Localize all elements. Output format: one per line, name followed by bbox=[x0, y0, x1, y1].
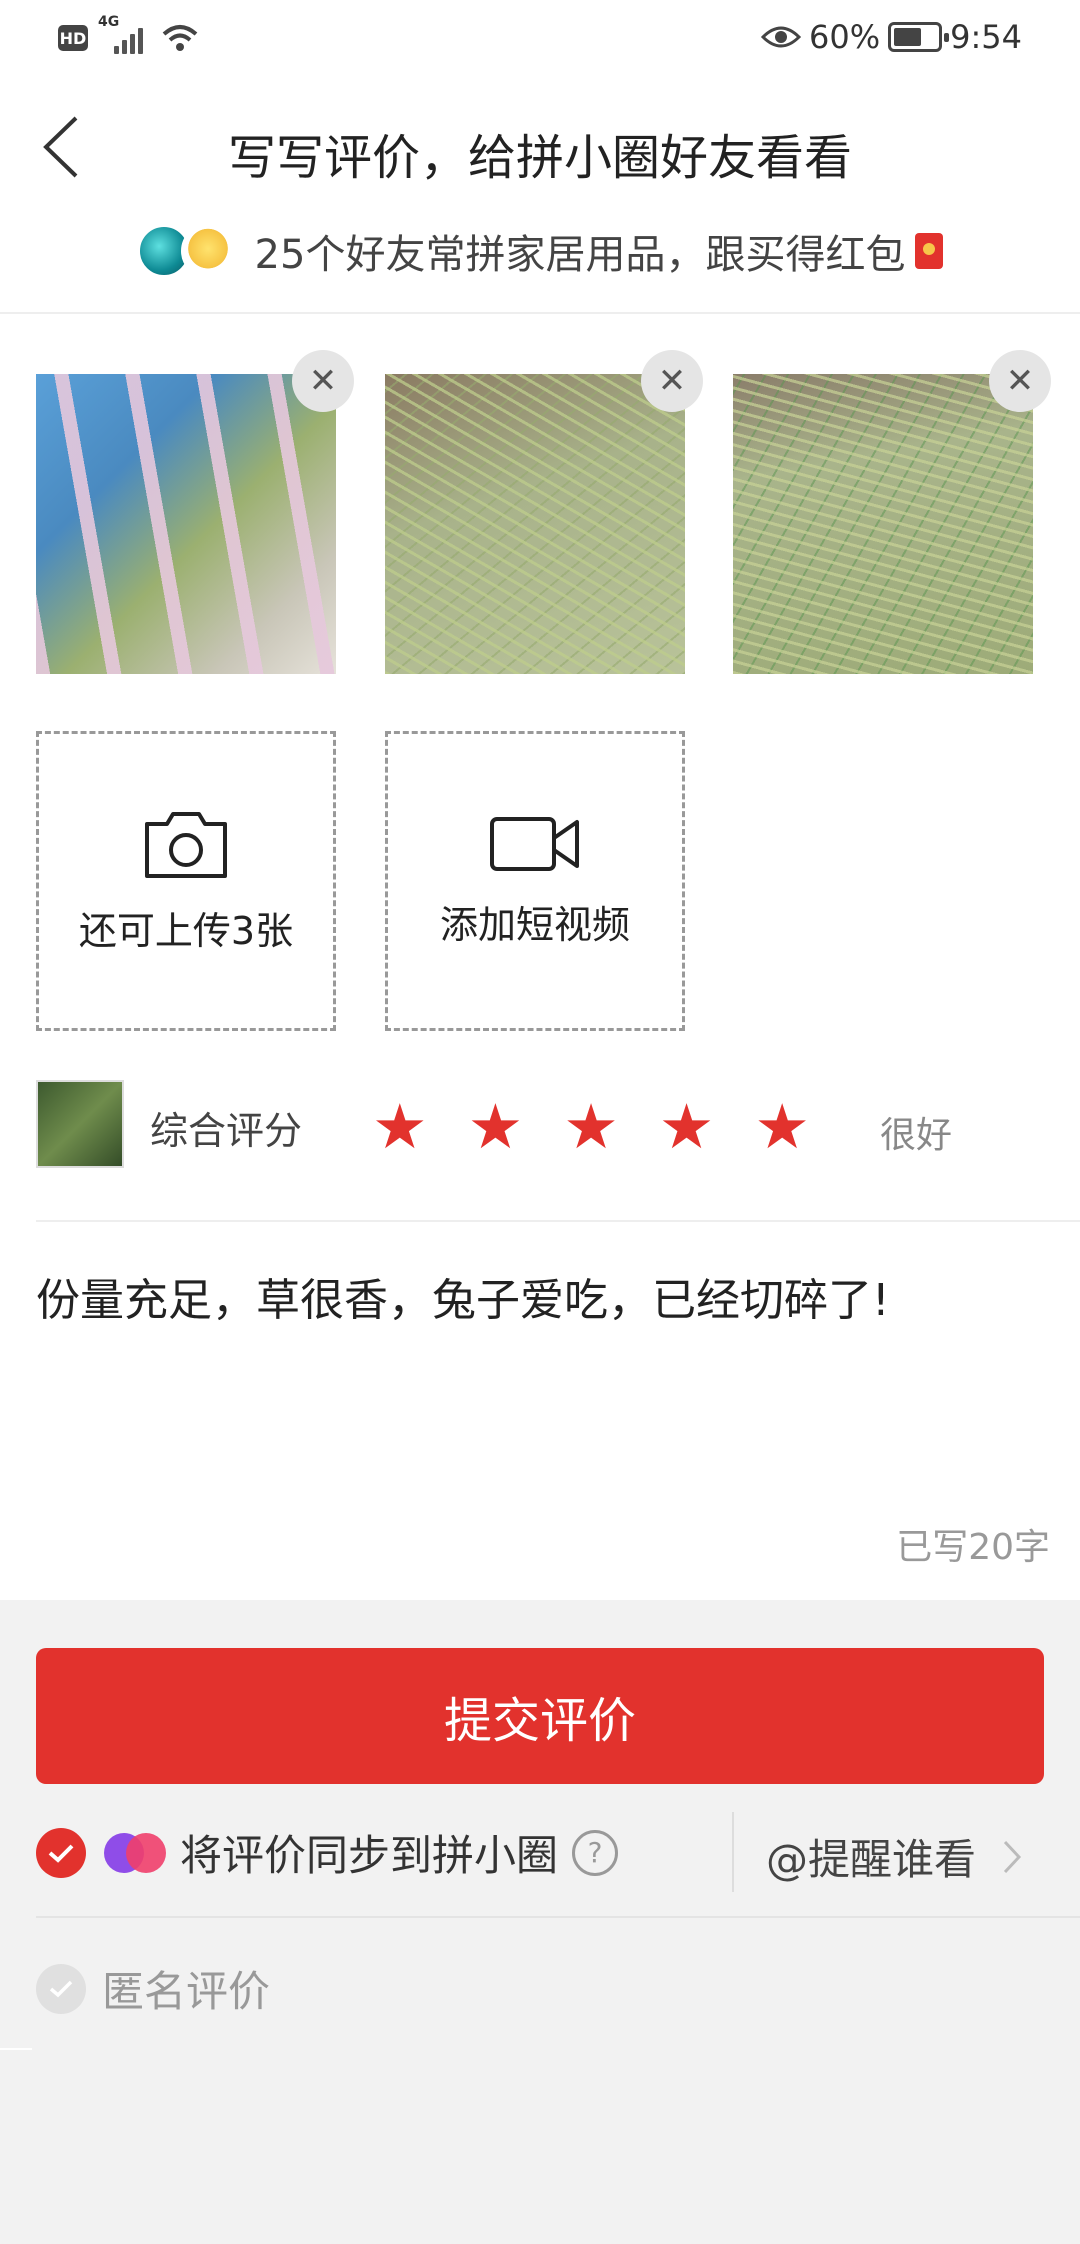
friends-text: 25个好友常拼家居用品，跟买得红包 bbox=[254, 232, 906, 278]
wifi-icon bbox=[162, 25, 198, 51]
sync-option[interactable]: 将评价同步到拼小圈 ? bbox=[36, 1822, 619, 1883]
rating-divider bbox=[36, 1220, 1080, 1222]
sync-label: 将评价同步到拼小圈 bbox=[180, 1831, 559, 1880]
star-icon[interactable]: ★ bbox=[563, 1096, 619, 1158]
star-icon[interactable]: ★ bbox=[754, 1096, 810, 1158]
sync-divider bbox=[36, 1916, 1080, 1918]
friend-avatars bbox=[136, 224, 235, 278]
chevron-right-icon bbox=[1003, 1840, 1022, 1873]
status-bar: HD 4G 60% 9:54 bbox=[0, 0, 1080, 80]
char-count: 已写20字 bbox=[896, 1527, 1050, 1568]
product-thumbnail bbox=[36, 1080, 124, 1168]
help-icon[interactable]: ? bbox=[572, 1829, 619, 1876]
close-icon[interactable]: ✕ bbox=[641, 350, 703, 412]
rating-text: 很好 bbox=[880, 1115, 953, 1156]
review-photo-3[interactable]: ✕ bbox=[733, 350, 1051, 674]
friends-banner[interactable]: 25个好友常拼家居用品，跟买得红包 bbox=[0, 222, 1080, 280]
upload-photo-label: 还可上传3张 bbox=[78, 908, 294, 953]
header-divider bbox=[0, 312, 1080, 314]
anonymous-option[interactable]: 匿名评价 bbox=[36, 1958, 270, 2019]
close-icon[interactable]: ✕ bbox=[292, 350, 354, 412]
rating-label: 综合评分 bbox=[150, 1109, 303, 1153]
star-icon[interactable]: ★ bbox=[468, 1096, 524, 1158]
star-icon[interactable]: ★ bbox=[659, 1096, 715, 1158]
network-type: 4G bbox=[98, 14, 120, 30]
review-photo-2[interactable]: ✕ bbox=[385, 350, 703, 674]
signal-icon: 4G bbox=[98, 14, 150, 56]
eye-icon bbox=[761, 26, 802, 48]
hd-badge: HD bbox=[58, 25, 88, 51]
review-photo-1[interactable]: ✕ bbox=[36, 350, 354, 674]
star-icon[interactable]: ★ bbox=[372, 1096, 428, 1158]
star-rating[interactable]: ★ ★ ★ ★ ★ bbox=[372, 1096, 810, 1158]
battery-icon bbox=[888, 22, 950, 52]
avatar bbox=[180, 224, 235, 278]
red-packet-icon bbox=[915, 233, 944, 269]
add-video-label: 添加短视频 bbox=[439, 902, 630, 947]
camera-icon bbox=[145, 811, 227, 878]
clock: 9:54 bbox=[950, 18, 1022, 56]
anonymous-label: 匿名评价 bbox=[102, 1967, 271, 2016]
close-icon[interactable]: ✕ bbox=[989, 350, 1051, 412]
page-title: 写写评价，给拼小圈好友看看 bbox=[227, 130, 852, 186]
check-icon[interactable] bbox=[36, 1827, 86, 1878]
upload-photo-button[interactable]: 还可上传3张 bbox=[36, 731, 336, 1031]
pinxiaoquan-logo-icon bbox=[104, 1832, 168, 1873]
check-icon[interactable] bbox=[36, 1963, 86, 2014]
edge-mark bbox=[0, 2048, 32, 2050]
vertical-divider bbox=[732, 1812, 734, 1892]
mention-label: @提醒谁看 bbox=[766, 1835, 977, 1884]
battery-percent: 60% bbox=[809, 18, 881, 56]
mention-button[interactable]: @提醒谁看 bbox=[766, 1826, 1022, 1887]
add-video-button[interactable]: 添加短视频 bbox=[385, 731, 685, 1031]
review-textarea[interactable]: 份量充足，草很香，兔子爱吃，已经切碎了! bbox=[36, 1264, 890, 1328]
submit-review-button[interactable]: 提交评价 bbox=[36, 1648, 1044, 1784]
video-camera-icon bbox=[490, 816, 579, 871]
